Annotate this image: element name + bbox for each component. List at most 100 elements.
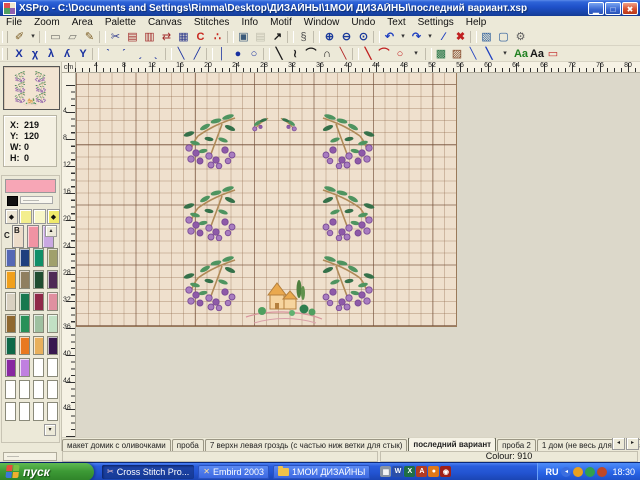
palette-swatch[interactable] — [5, 336, 16, 355]
three-quarter-stitch-icon-1[interactable]: χ — [27, 46, 43, 62]
quick-launch-excel-icon[interactable]: X — [404, 466, 415, 477]
hoop-dropdown[interactable]: ▾ — [408, 46, 424, 62]
quick-launch-word-icon[interactable]: W — [392, 466, 403, 477]
palette-swatch[interactable] — [47, 336, 58, 355]
tray-antivirus-icon[interactable] — [585, 467, 595, 477]
current-color-swatch[interactable] — [5, 179, 56, 193]
palette-swatch[interactable] — [19, 402, 30, 421]
zoom-out-icon[interactable]: ⊖ — [338, 29, 355, 45]
palette-swatch[interactable] — [5, 358, 16, 377]
zoom-actual-icon[interactable]: ⊙ — [355, 29, 372, 45]
menu-info[interactable]: Info — [235, 17, 264, 28]
save-copy-icon[interactable]: ▧ — [478, 29, 495, 45]
palette-scroll-down[interactable]: ▾ — [44, 424, 56, 436]
palette-swatch[interactable] — [47, 402, 58, 421]
palette-swatch[interactable] — [33, 314, 44, 333]
menu-area[interactable]: Area — [66, 17, 99, 28]
polygon-select-icon[interactable]: ▱ — [64, 29, 81, 45]
backstitch-line-icon[interactable]: ╲ — [271, 46, 287, 62]
zoom-in-icon[interactable]: ⊕ — [321, 29, 338, 45]
quarter-stitch-icon-4[interactable]: ˎ — [148, 46, 164, 62]
repeat-motif-icon[interactable]: ▦ — [175, 29, 192, 45]
rotate-motif-icon[interactable]: C — [192, 29, 209, 45]
menu-settings[interactable]: Settings — [412, 17, 460, 28]
recent-swatch-2[interactable] — [27, 225, 39, 248]
palette-swatch[interactable] — [19, 358, 30, 377]
menu-text[interactable]: Text — [381, 17, 411, 28]
design-tab-3[interactable]: 7 верхн левая гроздь (с частью ниж ветки… — [205, 439, 408, 451]
palette-swatch[interactable] — [47, 358, 58, 377]
copy-motif-icon[interactable]: ▤ — [124, 29, 141, 45]
scatter-motif-icon[interactable]: ∴ — [209, 29, 226, 45]
menu-undo[interactable]: Undo — [345, 17, 381, 28]
vertical-stitch-icon[interactable]: │ — [214, 46, 230, 62]
palette-swatch[interactable] — [19, 248, 30, 267]
three-quarter-stitch-icon-3[interactable]: ʎ — [59, 46, 75, 62]
taskbar-button[interactable]: 1МОИ ДИЗАЙНЫ — [273, 465, 370, 479]
full-cross-stitch-icon[interactable]: X — [11, 46, 27, 62]
palette-swatch[interactable] — [5, 402, 16, 421]
hoop-circle-icon[interactable]: ○ — [392, 46, 408, 62]
palette-swatch[interactable] — [5, 248, 16, 267]
menu-window[interactable]: Window — [298, 17, 346, 28]
freehand-edit-icon[interactable]: ✎ — [81, 29, 98, 45]
quarter-stitch-icon-3[interactable]: ˏ — [132, 46, 148, 62]
pattern-fill-icon[interactable]: ▩ — [433, 46, 449, 62]
design-tab-4[interactable]: последний вариант — [408, 437, 496, 451]
menu-stitches[interactable]: Stitches — [188, 17, 236, 28]
menu-motif[interactable]: Motif — [264, 17, 298, 28]
minimize-button[interactable]: ▁ — [588, 2, 604, 15]
pale-yellow-marker[interactable] — [33, 209, 46, 224]
palette-swatch[interactable] — [19, 314, 30, 333]
quick-launch-red-icon[interactable]: ◉ — [440, 466, 451, 477]
redo-dropdown[interactable]: ▾ — [425, 29, 435, 45]
pen-icon[interactable]: ∕ — [435, 29, 452, 45]
tray-update-icon[interactable] — [597, 467, 607, 477]
window-titlebar[interactable]: XSPro - C:\Documents and Settings\Rimma\… — [0, 0, 640, 16]
text-tool-black-icon[interactable]: Aa — [529, 46, 545, 62]
thick-line-icon[interactable]: ╲ — [360, 46, 376, 62]
thick-curve-icon[interactable]: ⌒ — [376, 46, 392, 62]
design-canvas[interactable] — [76, 73, 640, 437]
text-tool-green-icon[interactable]: Aa — [513, 46, 529, 62]
pointer-arrow-icon[interactable]: ↗ — [269, 29, 286, 45]
palette-swatch[interactable] — [5, 292, 16, 311]
language-indicator[interactable]: RU — [545, 467, 558, 477]
quarter-stitch-icon-2[interactable]: ˊ — [116, 46, 132, 62]
new-page-icon[interactable]: ▢ — [495, 29, 512, 45]
palette-swatch[interactable] — [47, 292, 58, 311]
curve-detail-icon[interactable]: ∩ — [319, 46, 335, 62]
half-backstitch-icon-2[interactable]: ╱ — [189, 46, 205, 62]
french-knot-icon[interactable]: ● — [230, 46, 246, 62]
three-quarter-stitch-icon-4[interactable]: Y — [75, 46, 91, 62]
palette-swatch[interactable] — [33, 380, 44, 399]
menu-file[interactable]: File — [0, 17, 28, 28]
import-motif-icon[interactable]: ✂ — [107, 29, 124, 45]
taskbar-button[interactable]: ✕Embird 2003 — [198, 465, 269, 479]
design-tab-2[interactable]: проба — [172, 439, 204, 451]
palette-swatch[interactable] — [33, 336, 44, 355]
paste-motif-icon[interactable]: ▥ — [141, 29, 158, 45]
maximize-button[interactable]: □ — [605, 2, 621, 15]
palette-swatch[interactable] — [5, 380, 16, 399]
toolbar-drag-handle[interactable] — [2, 31, 8, 44]
curve-stitch-icon[interactable]: ⌒ — [303, 46, 319, 62]
gradient-line-icon-2[interactable]: ╲ — [481, 46, 497, 62]
palette-swatch[interactable] — [33, 402, 44, 421]
pencil-tool-icon[interactable]: ✐ — [11, 29, 28, 45]
close-button[interactable]: ✖ — [622, 2, 638, 15]
tab-scroll-left[interactable]: ◂ — [612, 437, 625, 450]
delete-x-icon[interactable]: ✖ — [452, 29, 469, 45]
redo-icon[interactable]: ↷ — [408, 29, 425, 45]
menu-palette[interactable]: Palette — [99, 17, 142, 28]
menu-help[interactable]: Help — [460, 17, 493, 28]
gradient-line-icon-1[interactable]: ╲ — [465, 46, 481, 62]
sewing-machine-icon[interactable]: ⚙ — [512, 29, 529, 45]
menu-zoom[interactable]: Zoom — [28, 17, 66, 28]
palette-swatch[interactable] — [19, 292, 30, 311]
thread-list-icon[interactable]: § — [295, 29, 312, 45]
tray-chevron-icon[interactable]: ◂ — [561, 467, 571, 477]
palette-swatch[interactable] — [5, 314, 16, 333]
yellow-marker-selected[interactable] — [19, 209, 32, 224]
special-line-icon[interactable]: ╲ — [335, 46, 351, 62]
